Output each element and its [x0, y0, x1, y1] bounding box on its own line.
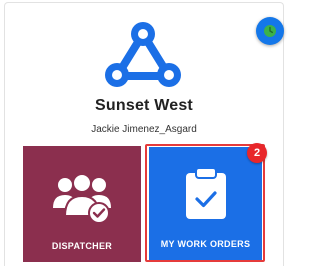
my-work-orders-label: MY WORK ORDERS [160, 239, 251, 249]
status-button[interactable] [256, 17, 284, 45]
my-work-orders-tile[interactable]: MY WORK ORDERS [149, 147, 262, 260]
clock-icon [264, 25, 276, 37]
dispatcher-label: DISPATCHER [51, 241, 113, 251]
clipboard-check-icon [185, 167, 226, 219]
company-name: Sunset West [95, 97, 193, 114]
dispatcher-tile[interactable]: DISPATCHER [23, 146, 141, 262]
user-group-check-icon [53, 173, 111, 224]
work-orders-count-badge: 2 [247, 143, 267, 163]
triangle-network-logo-icon [105, 22, 181, 87]
user-name: Jackie Jimenez_Asgard [91, 124, 197, 135]
